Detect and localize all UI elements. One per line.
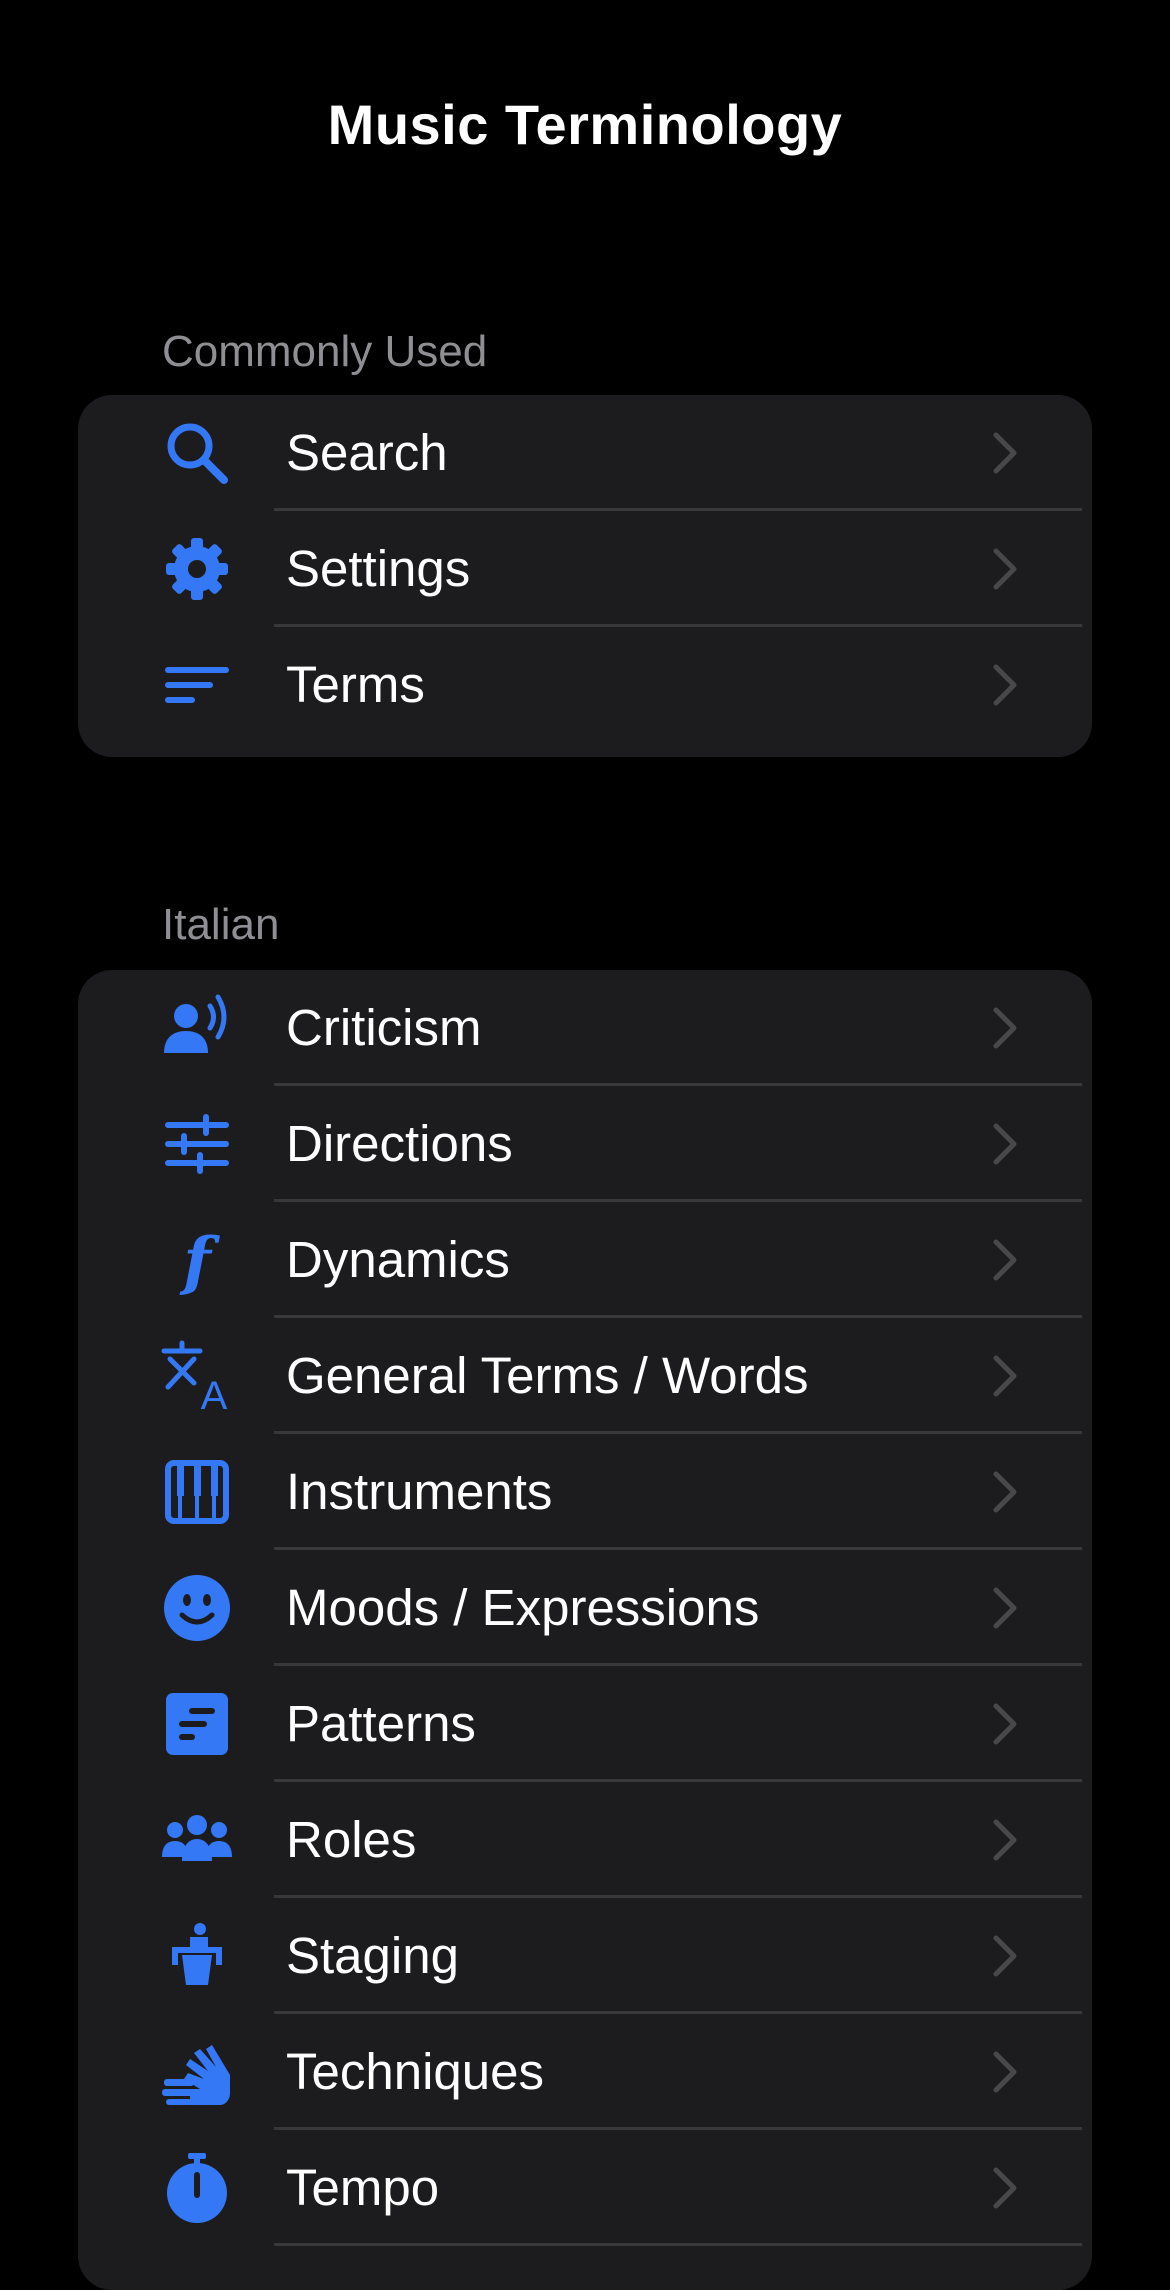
group-icon — [160, 1803, 234, 1877]
row-label: Dynamics — [286, 1231, 510, 1288]
chevron-right-icon — [982, 431, 1026, 475]
sliders-icon — [160, 1107, 234, 1181]
chevron-right-icon — [982, 1354, 1026, 1398]
row-roles[interactable]: Roles — [78, 1782, 1092, 1898]
row-label: Roles — [286, 1811, 417, 1868]
row-label: Techniques — [286, 2043, 545, 2100]
chevron-right-icon — [982, 1470, 1026, 1514]
row-general-terms[interactable]: A General Terms / Words — [78, 1318, 1092, 1434]
gear-icon — [160, 532, 234, 606]
row-tempo[interactable]: Tempo — [78, 2130, 1092, 2246]
row-label: Patterns — [286, 1695, 476, 1752]
section-header-commonly-used: Commonly Used — [162, 327, 488, 376]
row-settings[interactable]: Settings — [78, 511, 1092, 627]
row-search[interactable]: Search — [78, 395, 1092, 511]
row-label: Search — [286, 424, 448, 481]
chevron-right-icon — [982, 1006, 1026, 1050]
svg-text:A: A — [201, 1374, 228, 1413]
row-label: Directions — [286, 1115, 513, 1172]
list-icon — [160, 648, 234, 722]
row-terms[interactable]: Terms — [78, 627, 1092, 757]
italian-group: Criticism Directions f Dynamics A Genera… — [78, 970, 1092, 2290]
row-patterns[interactable]: Patterns — [78, 1666, 1092, 1782]
row-label: Tempo — [286, 2159, 440, 2216]
chevron-right-icon — [982, 663, 1026, 707]
stage-icon — [160, 1919, 234, 1993]
row-label: Instruments — [286, 1463, 553, 1520]
row-label: Terms — [286, 656, 425, 713]
chevron-right-icon — [982, 1702, 1026, 1746]
row-techniques[interactable]: Techniques — [78, 2014, 1092, 2130]
row-label: Staging — [286, 1927, 459, 1984]
piano-icon — [160, 1455, 234, 1529]
chevron-right-icon — [982, 1934, 1026, 1978]
hands-icon — [160, 2035, 234, 2109]
smiley-icon — [160, 1571, 234, 1645]
chevron-right-icon — [982, 1238, 1026, 1282]
row-label: Moods / Expressions — [286, 1579, 760, 1636]
page-title: Music Terminology — [327, 93, 843, 156]
chevron-right-icon — [982, 2166, 1026, 2210]
row-moods[interactable]: Moods / Expressions — [78, 1550, 1092, 1666]
row-directions[interactable]: Directions — [78, 1086, 1092, 1202]
chevron-right-icon — [982, 547, 1026, 591]
stopwatch-icon — [160, 2151, 234, 2225]
section-header-italian: Italian — [162, 900, 280, 949]
chevron-right-icon — [982, 1122, 1026, 1166]
row-criticism[interactable]: Criticism — [78, 970, 1092, 1086]
pattern-icon — [160, 1687, 234, 1761]
chevron-right-icon — [982, 2050, 1026, 2094]
chevron-right-icon — [982, 1818, 1026, 1862]
row-label: General Terms / Words — [286, 1347, 809, 1404]
row-label: Settings — [286, 540, 471, 597]
row-separator — [274, 2243, 1082, 2246]
row-label: Criticism — [286, 999, 482, 1056]
row-staging[interactable]: Staging — [78, 1898, 1092, 2014]
commonly-used-group: Search Settings Terms — [78, 395, 1092, 757]
row-instruments[interactable]: Instruments — [78, 1434, 1092, 1550]
chevron-right-icon — [982, 1586, 1026, 1630]
search-icon — [160, 416, 234, 490]
row-dynamics[interactable]: f Dynamics — [78, 1202, 1092, 1318]
person-speaking-icon — [160, 991, 234, 1065]
translate-icon: A — [160, 1339, 234, 1413]
forte-icon: f — [160, 1223, 234, 1297]
svg-text:f: f — [179, 1224, 220, 1297]
